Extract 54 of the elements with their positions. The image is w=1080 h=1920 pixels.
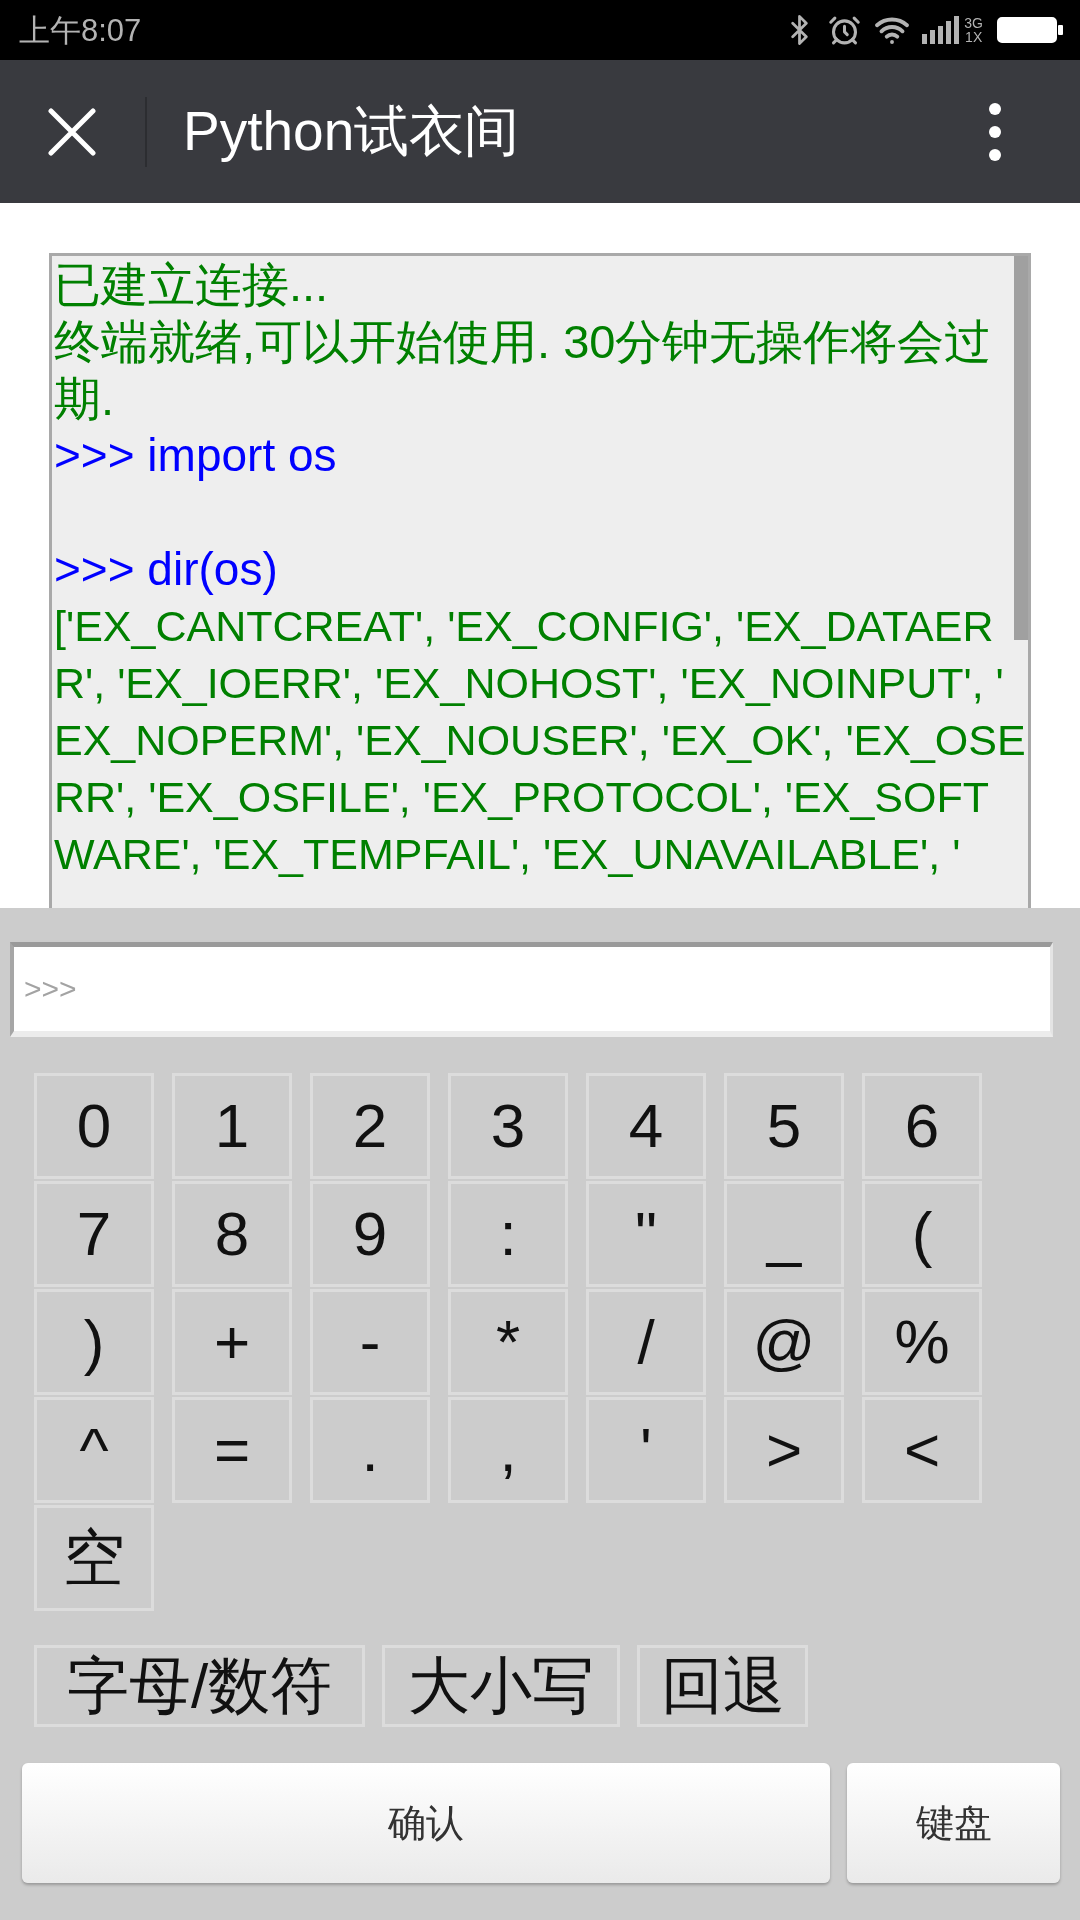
keypad-key[interactable]: 空 [34,1505,154,1611]
keypad-key[interactable]: ' [586,1397,706,1503]
terminal-output: WARE', 'EX_TEMPFAIL', 'EX_UNAVAILABLE', ' [54,829,961,880]
signal-icon [922,16,961,44]
more-icon [989,102,1001,161]
keypad-key[interactable]: ( [862,1181,982,1287]
terminal-message: 已建立连接... [54,257,329,313]
keypad-key[interactable]: @ [724,1289,844,1395]
keypad-key[interactable]: % [862,1289,982,1395]
terminal-output: EX_NOPERM', 'EX_NOUSER', 'EX_OK', 'EX_OSE [54,715,1026,766]
keypad-key[interactable]: . [310,1397,430,1503]
keypad-key[interactable]: 6 [862,1073,982,1179]
keypad-key[interactable]: > [724,1397,844,1503]
battery-icon [997,17,1063,43]
keypad-key[interactable]: " [586,1181,706,1287]
keypad-key[interactable]: - [310,1289,430,1395]
confirm-button[interactable]: 确认 [22,1763,830,1883]
function-key[interactable]: 大小写 [382,1645,620,1727]
keypad-key[interactable]: : [448,1181,568,1287]
keypad-key[interactable]: 7 [34,1181,154,1287]
bluetooth-icon [791,15,809,45]
function-key[interactable]: 回退 [637,1645,808,1727]
close-icon [48,107,96,156]
keypad-key[interactable]: / [586,1289,706,1395]
keypad-key[interactable]: 8 [172,1181,292,1287]
keypad-key[interactable]: 9 [310,1181,430,1287]
terminal-output: R', 'EX_IOERR', 'EX_NOHOST', 'EX_NOINPUT', ' [54,658,1004,709]
terminal-command: >>> dir(os) [54,542,278,597]
keypad-key[interactable]: , [448,1397,568,1503]
scrollbar[interactable] [1014,256,1028,640]
network-type-label: 1X [965,30,983,44]
keypad-key[interactable]: + [172,1289,292,1395]
terminal-message: 期. [54,371,115,427]
keypad-key[interactable]: = [172,1397,292,1503]
terminal-output: ['EX_CANTCREAT', 'EX_CONFIG', 'EX_DATAER [54,601,994,652]
terminal-message: 终端就绪,可以开始使用. 30分钟无操作将会过 [54,314,992,370]
keypad-key[interactable]: * [448,1289,568,1395]
keypad-key[interactable]: ) [34,1289,154,1395]
function-key[interactable]: 字母/数符 [34,1645,365,1727]
keypad-key[interactable]: 0 [34,1073,154,1179]
keypad-key[interactable]: 4 [586,1073,706,1179]
keypad-key[interactable]: 3 [448,1073,568,1179]
command-input[interactable]: >>> [10,942,1053,1037]
terminal-command: >>> import os [54,428,337,483]
status-time: 上午8:07 [19,14,142,46]
keypad-key[interactable]: ^ [34,1397,154,1503]
keypad-key[interactable]: 2 [310,1073,430,1179]
keypad-key[interactable]: 1 [172,1073,292,1179]
keypad-key[interactable]: 5 [724,1073,844,1179]
network-type-label: 3G [964,16,983,30]
keypad-key[interactable]: < [862,1397,982,1503]
keypad-key[interactable]: _ [724,1181,844,1287]
terminal-output: RR', 'EX_OSFILE', 'EX_PROTOCOL', 'EX_SOFT [54,772,989,823]
keyboard-button[interactable]: 键盘 [847,1763,1060,1883]
